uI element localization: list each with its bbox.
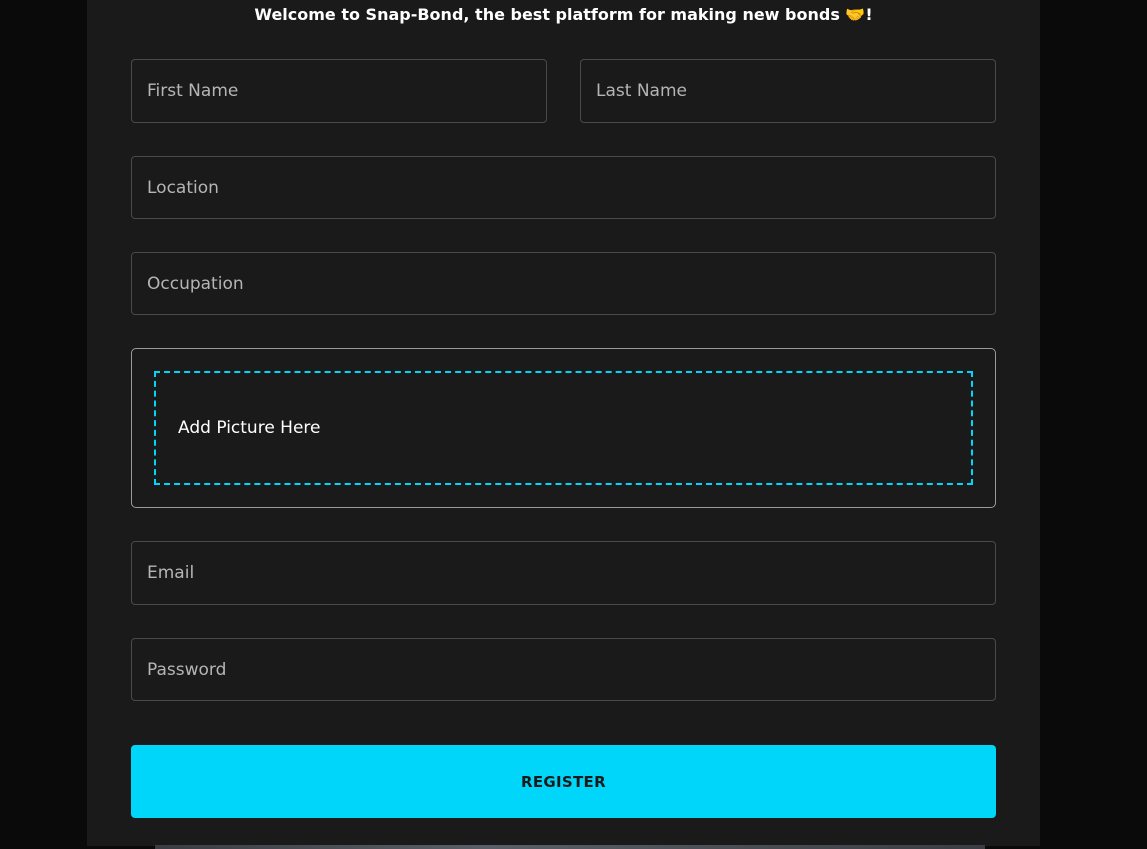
picture-dropzone-label: Add Picture Here — [178, 418, 321, 438]
page-bottom-edge — [155, 845, 985, 849]
page: Welcome to Snap-Bond, the best platform … — [0, 0, 1147, 849]
picture-upload-box: Add Picture Here — [131, 348, 996, 508]
welcome-message: Welcome to Snap-Bond, the best platform … — [254, 5, 873, 24]
email-input[interactable] — [131, 541, 996, 605]
picture-dropzone[interactable]: Add Picture Here — [154, 371, 973, 485]
password-input[interactable] — [131, 638, 996, 701]
occupation-input[interactable] — [131, 252, 996, 315]
register-panel: Welcome to Snap-Bond, the best platform … — [87, 0, 1040, 846]
last-name-input[interactable] — [580, 59, 996, 123]
first-name-input[interactable] — [131, 59, 547, 123]
register-button[interactable]: REGISTER — [131, 745, 996, 818]
location-input[interactable] — [131, 156, 996, 219]
